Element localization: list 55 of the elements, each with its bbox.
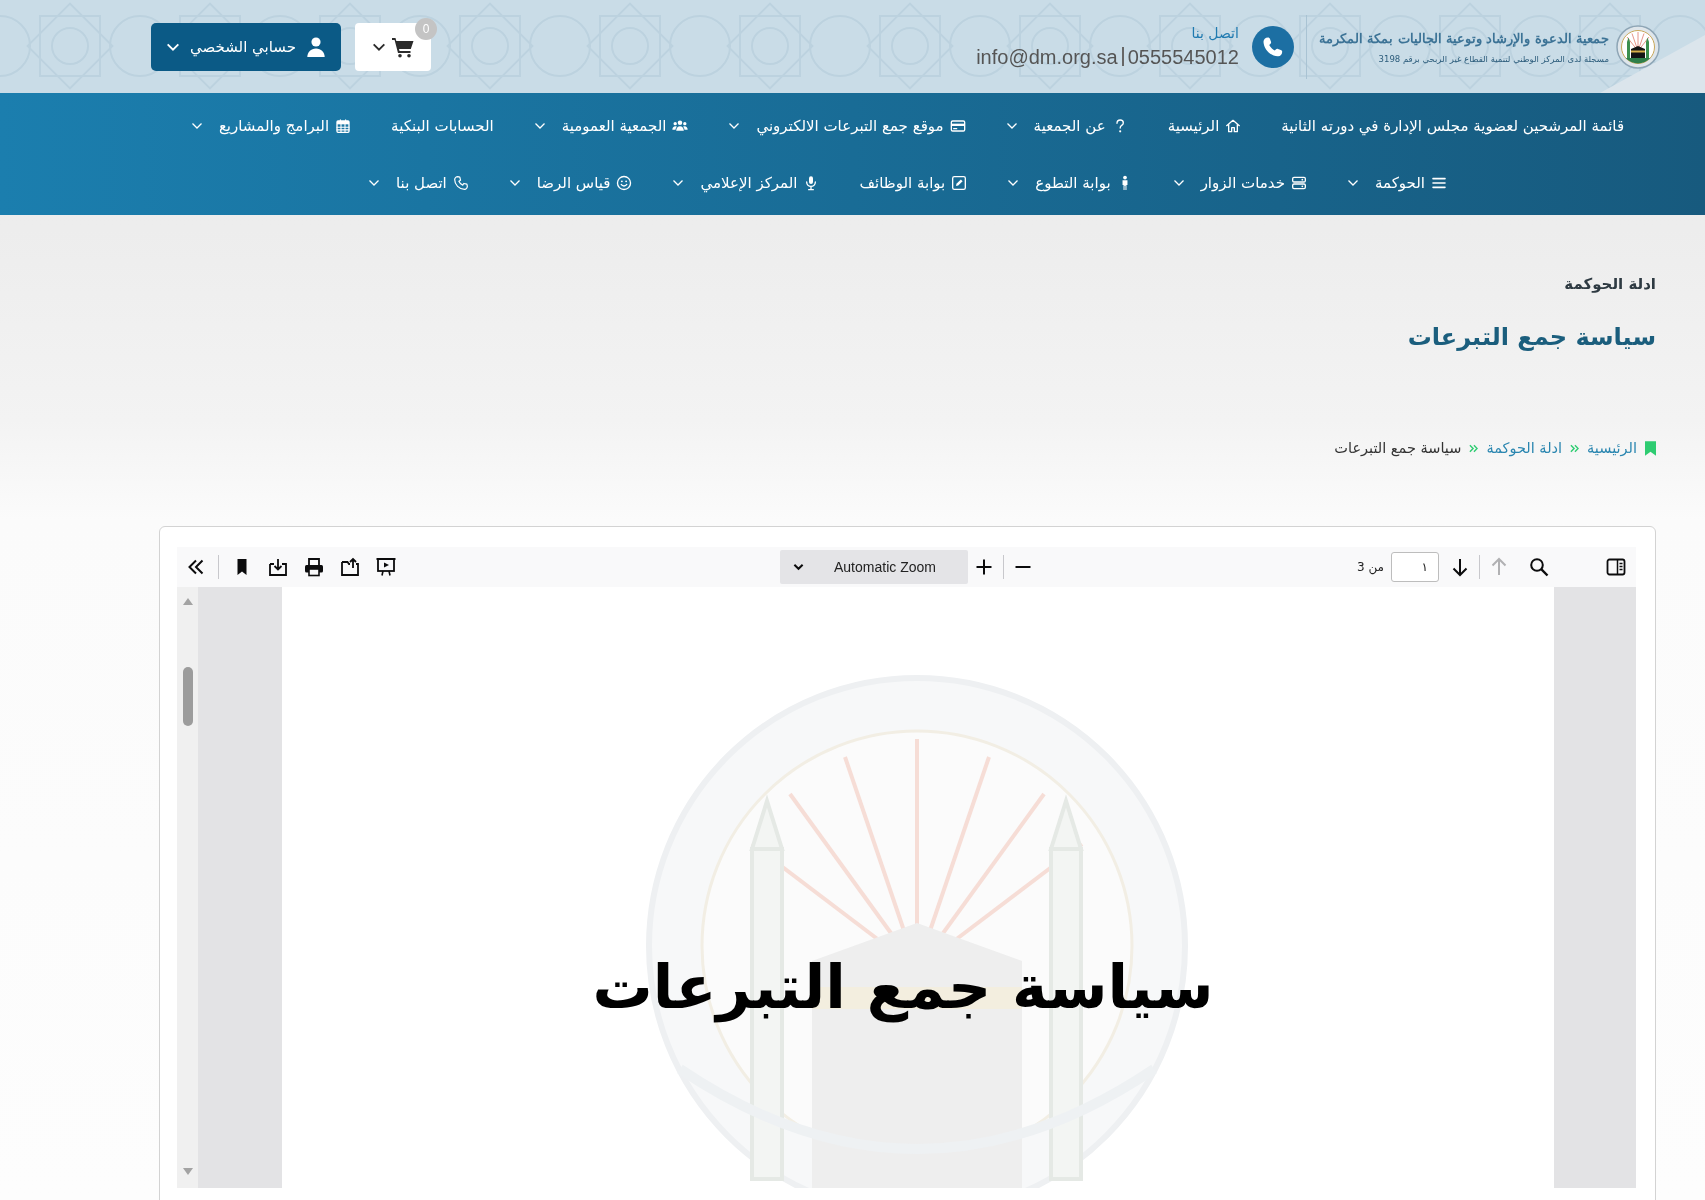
- registration-note: مسجلة لدى المركز الوطني لتنمية القطاع غير الربحي برقم 3198: [1377, 52, 1609, 65]
- double-chevron-icon: [1469, 443, 1479, 453]
- home-icon: [1225, 118, 1242, 134]
- double-chevron-left-icon[interactable]: [186, 557, 206, 577]
- presentation-icon[interactable]: [376, 557, 396, 577]
- page-count-label: من 3: [1356, 560, 1384, 574]
- nav-menu-item[interactable]: موقع جمع التبرعات الالكتروني: [728, 109, 966, 143]
- sidebar-toggle-icon[interactable]: [1606, 557, 1626, 577]
- phone-number-link[interactable]: 0555545012: [1127, 42, 1239, 71]
- next-page-arrow-icon[interactable]: [1450, 557, 1470, 577]
- account-button[interactable]: حسابي الشخصي: [151, 22, 341, 71]
- nav-menu-item[interactable]: عن الجمعية: [1005, 109, 1128, 143]
- search-icon[interactable]: [1529, 557, 1549, 577]
- double-chevron-icon: [1570, 443, 1580, 453]
- nav-menu-item[interactable]: بوابة الوظائف: [859, 166, 968, 200]
- section-label: ادلة الحوكمة: [1563, 274, 1656, 294]
- phone-icon: [452, 175, 469, 191]
- contact-label: اتصل بنا: [1191, 23, 1239, 43]
- nav-menu-item[interactable]: قائمة المرشحين لعضوية مجلس الإدارة في دورته الثانية: [1281, 109, 1625, 143]
- smiley-icon: [616, 175, 633, 191]
- breadcrumb-link[interactable]: ادلة الحوكمة: [1486, 440, 1563, 456]
- nav-menu-item[interactable]: المركز الإعلامي: [672, 166, 820, 200]
- server-icon: [1290, 175, 1307, 191]
- credit-card-icon: [949, 118, 966, 134]
- user-icon: [305, 35, 327, 58]
- breadcrumb-link[interactable]: الرئيسية: [1587, 440, 1637, 456]
- zoom-dropdown[interactable]: Automatic Zoom: [780, 550, 968, 584]
- download-icon[interactable]: [268, 557, 288, 577]
- menu-icon: [1430, 175, 1447, 191]
- calendar-icon: [335, 118, 352, 134]
- document-title: سياسة جمع التبرعات: [592, 951, 1214, 1025]
- bookmark-icon: [1645, 440, 1656, 456]
- chevron-down-icon: [793, 563, 804, 571]
- organization-name: جمعية الدعوة والإرشاد وتوعية الجاليات بمكة المكرمة: [1318, 29, 1609, 49]
- phone-icon: [1251, 25, 1294, 68]
- scrollbar-thumb[interactable]: [182, 667, 193, 726]
- email-link[interactable]: info@dm.org.sa: [976, 42, 1118, 71]
- page-title: سياسة جمع التبرعات: [1406, 322, 1656, 353]
- nav-menu-item[interactable]: خدمات الزوار: [1172, 166, 1307, 200]
- open-folder-icon[interactable]: [340, 557, 360, 577]
- zoom-in-plus-icon[interactable]: [974, 557, 994, 577]
- nav-menu-item[interactable]: بوابة التطوع: [1007, 166, 1133, 200]
- nav-menu-item[interactable]: قياس الرضا: [508, 166, 633, 200]
- nav-menu-item[interactable]: الجمعية العمومية: [533, 109, 689, 143]
- breadcrumb-current-page: سياسة جمع التبرعات: [1334, 440, 1462, 456]
- kaaba-emblem-icon: [1616, 24, 1660, 69]
- nav-menu-item[interactable]: اتصل بنا: [368, 166, 469, 200]
- nav-menu-item[interactable]: الحسابات البنكية: [391, 109, 494, 143]
- nav-menu-item[interactable]: البرامج والمشاريع: [190, 109, 352, 143]
- users-icon: [672, 118, 689, 134]
- print-icon[interactable]: [304, 557, 324, 577]
- page-number-field[interactable]: ١: [1391, 552, 1439, 582]
- nav-menu-item[interactable]: الرئيسية: [1167, 109, 1242, 143]
- nav-menu-item[interactable]: الحوكمة: [1346, 166, 1447, 200]
- edit-icon: [951, 175, 968, 191]
